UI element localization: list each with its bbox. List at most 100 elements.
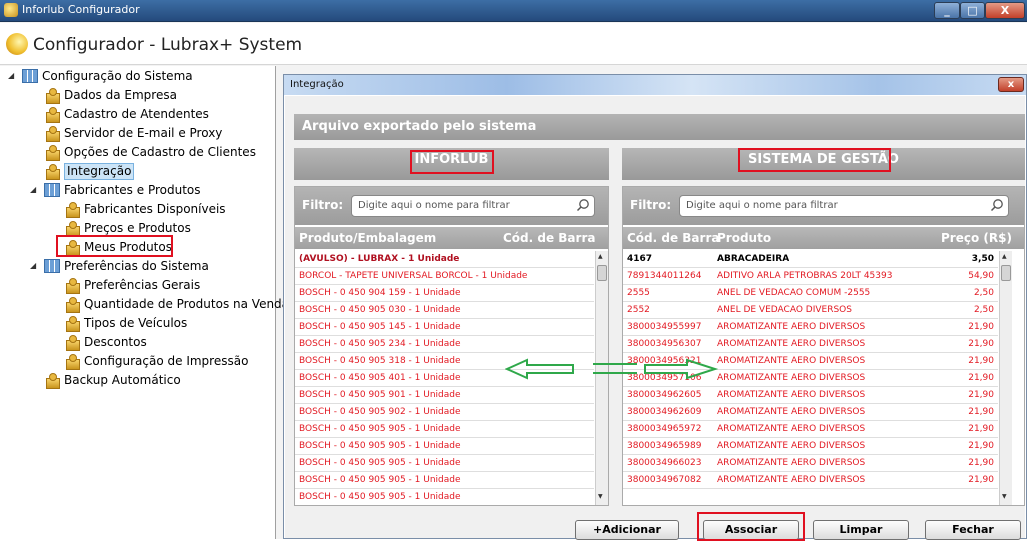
grid-icon bbox=[22, 69, 38, 83]
action-bar: +Adicionar Associar Limpar Fechar bbox=[285, 506, 1025, 541]
dialog-close-button[interactable]: x bbox=[998, 77, 1024, 92]
scroll-up-icon[interactable]: ▲ bbox=[598, 253, 603, 260]
collapse-icon[interactable]: ◢ bbox=[8, 72, 16, 80]
scroll-up-icon[interactable]: ▲ bbox=[1002, 253, 1007, 260]
scroll-thumb[interactable] bbox=[597, 265, 607, 281]
app-window: Inforlub Configurador _ □ X Configurador… bbox=[0, 0, 1027, 541]
highlight-meus-produtos bbox=[56, 235, 173, 257]
col-produto-embalagem[interactable]: Produto/Embalagem bbox=[299, 227, 436, 249]
tree-item-integracao[interactable]: Integração bbox=[44, 163, 264, 180]
close-button[interactable]: X bbox=[985, 2, 1025, 19]
left-filter-input[interactable]: Digite aqui o nome para filtrar bbox=[351, 195, 595, 217]
table-row[interactable]: 2552 ANEL DE VEDACAO DIVERSOS 2,50 bbox=[623, 302, 998, 319]
table-row[interactable]: BORCOL - TAPETE UNIVERSAL BORCOL - 1 Uni… bbox=[295, 268, 594, 285]
table-row[interactable]: BOSCH - 0 450 905 905 - 1 Unidade bbox=[295, 472, 594, 489]
highlight-associar bbox=[697, 512, 805, 541]
table-row[interactable]: BOSCH - 0 450 905 234 - 1 Unidade bbox=[295, 336, 594, 353]
limpar-button[interactable]: Limpar bbox=[813, 520, 909, 540]
table-row[interactable]: 7891344011264 ADITIVO ARLA PETROBRAS 20LT… bbox=[623, 268, 998, 285]
package-icon bbox=[64, 334, 80, 351]
search-icon[interactable] bbox=[576, 198, 590, 212]
right-scrollbar[interactable]: ▲ ▼ bbox=[999, 251, 1012, 505]
package-icon bbox=[64, 315, 80, 332]
table-row[interactable]: 4167 ABRACADEIRA 3,50 bbox=[623, 251, 998, 268]
table-row[interactable]: BOSCH - 0 450 905 905 - 1 Unidade bbox=[295, 455, 594, 472]
highlight-gestao bbox=[738, 148, 891, 172]
integracao-dialog: Integração x Arquivo exportado pelo sist… bbox=[283, 74, 1027, 541]
table-row[interactable]: 3800034967082 AROMATIZANTE AERO DIVERSOS 2… bbox=[623, 472, 998, 489]
filter-label: Filtro: bbox=[630, 198, 672, 212]
package-icon bbox=[44, 125, 60, 142]
table-row[interactable]: 3800034965989 AROMATIZANTE AERO DIVERSOS 2… bbox=[623, 438, 998, 455]
package-icon bbox=[64, 353, 80, 370]
scroll-thumb[interactable] bbox=[1001, 265, 1011, 281]
table-row[interactable]: BOSCH - 0 450 905 905 - 1 Unidade bbox=[295, 438, 594, 455]
collapse-icon[interactable]: ◢ bbox=[30, 186, 38, 194]
scroll-down-icon[interactable]: ▼ bbox=[598, 493, 603, 500]
table-row[interactable]: BOSCH - 0 450 904 159 - 1 Unidade bbox=[295, 285, 594, 302]
col-cod-barra[interactable]: Cód. de Barra bbox=[503, 227, 595, 249]
tree-item-preferencias-gerais[interactable]: Preferências Gerais bbox=[64, 277, 264, 294]
scroll-down-icon[interactable]: ▼ bbox=[1002, 493, 1007, 500]
lubrax-logo-icon bbox=[6, 33, 28, 55]
tree-item-dados-empresa[interactable]: Dados da Empresa bbox=[44, 87, 264, 104]
search-icon[interactable] bbox=[990, 198, 1004, 212]
minimize-button[interactable]: _ bbox=[934, 2, 960, 19]
col-cod-barra[interactable]: Cód. de Barra bbox=[627, 227, 719, 249]
tree-item-tipos-veiculos[interactable]: Tipos de Veículos bbox=[64, 315, 264, 332]
maximize-button[interactable]: □ bbox=[960, 2, 985, 19]
package-icon bbox=[44, 163, 60, 180]
tree-item-backup[interactable]: Backup Automático bbox=[44, 372, 264, 389]
arrow-right-icon bbox=[593, 358, 719, 380]
config-tree: ◢ Configuração do Sistema Dados da Empre… bbox=[0, 66, 289, 539]
package-icon bbox=[64, 220, 80, 237]
tree-item-atendentes[interactable]: Cadastro de Atendentes bbox=[44, 106, 264, 123]
tree-item-fabricantes-disponiveis[interactable]: Fabricantes Disponíveis bbox=[64, 201, 264, 218]
app-icon bbox=[4, 3, 18, 17]
package-icon bbox=[44, 144, 60, 161]
table-row[interactable]: BOSCH - 0 450 905 145 - 1 Unidade bbox=[295, 319, 594, 336]
right-filter-placeholder: Digite aqui o nome para filtrar bbox=[686, 200, 838, 211]
grid-icon bbox=[44, 183, 60, 197]
table-row[interactable]: 3800034962609 AROMATIZANTE AERO DIVERSOS 2… bbox=[623, 404, 998, 421]
dialog-title-bar[interactable]: Integração x bbox=[284, 75, 1026, 95]
table-row[interactable]: BOSCH - 0 450 905 905 - 1 Unidade bbox=[295, 421, 594, 438]
table-row[interactable]: BOSCH - 0 450 905 905 - 1 Unidade bbox=[295, 489, 594, 505]
fechar-button[interactable]: Fechar bbox=[925, 520, 1021, 540]
tree-group-preferencias[interactable]: ◢ Preferências do Sistema bbox=[30, 258, 264, 275]
tree-item-opcoes-clientes[interactable]: Opções de Cadastro de Clientes bbox=[44, 144, 264, 161]
tree-group-fabricantes[interactable]: ◢ Fabricantes e Produtos bbox=[30, 182, 264, 199]
package-icon bbox=[44, 106, 60, 123]
tree-item-quantidade-produtos[interactable]: Quantidade de Produtos na Venda bbox=[64, 296, 289, 313]
tree-item-configuracao-impressao[interactable]: Configuração de Impressão bbox=[64, 353, 264, 370]
table-row[interactable]: (AVULSO) - LUBRAX - 1 Unidade bbox=[295, 251, 594, 268]
package-icon bbox=[64, 201, 80, 218]
table-row[interactable]: 3800034955997 AROMATIZANTE AERO DIVERSOS 2… bbox=[623, 319, 998, 336]
left-filter-placeholder: Digite aqui o nome para filtrar bbox=[358, 200, 510, 211]
col-produto[interactable]: Produto bbox=[717, 227, 771, 249]
tree-item-email-proxy[interactable]: Servidor de E-mail e Proxy bbox=[44, 125, 264, 142]
table-row[interactable]: 3800034966023 AROMATIZANTE AERO DIVERSOS 2… bbox=[623, 455, 998, 472]
dialog-body: Arquivo exportado pelo sistema INFORLUB … bbox=[285, 96, 1025, 538]
gestao-panel: Filtro: Digite aqui o nome para filtrar … bbox=[622, 186, 1025, 506]
table-row[interactable]: BOSCH - 0 450 905 902 - 1 Unidade bbox=[295, 404, 594, 421]
tree-item-descontos[interactable]: Descontos bbox=[64, 334, 264, 351]
col-preco[interactable]: Preço (R$) bbox=[941, 227, 1012, 249]
table-row[interactable]: 3800034965972 AROMATIZANTE AERO DIVERSOS 2… bbox=[623, 421, 998, 438]
dialog-title: Integração bbox=[290, 79, 344, 90]
table-row[interactable]: 2555 ANEL DE VEDACAO COMUM -2555 2,50 bbox=[623, 285, 998, 302]
adicionar-button[interactable]: +Adicionar bbox=[575, 520, 679, 540]
table-row[interactable]: BOSCH - 0 450 905 030 - 1 Unidade bbox=[295, 302, 594, 319]
inforlub-panel: Filtro: Digite aqui o nome para filtrar … bbox=[294, 186, 609, 506]
export-header: Arquivo exportado pelo sistema bbox=[294, 114, 1025, 140]
title-bar[interactable]: Inforlub Configurador _ □ X bbox=[0, 0, 1027, 22]
package-icon bbox=[44, 372, 60, 389]
table-row[interactable]: BOSCH - 0 450 905 901 - 1 Unidade bbox=[295, 387, 594, 404]
collapse-icon[interactable]: ◢ bbox=[30, 262, 38, 270]
filter-bar: Filtro: Digite aqui o nome para filtrar bbox=[295, 187, 608, 225]
right-filter-input[interactable]: Digite aqui o nome para filtrar bbox=[679, 195, 1009, 217]
table-row[interactable]: 3800034956307 AROMATIZANTE AERO DIVERSOS 2… bbox=[623, 336, 998, 353]
tree-root[interactable]: ◢ Configuração do Sistema bbox=[8, 68, 262, 85]
app-header: Configurador - Lubrax+ System bbox=[0, 23, 1027, 65]
table-row[interactable]: 3800034962605 AROMATIZANTE AERO DIVERSOS 2… bbox=[623, 387, 998, 404]
